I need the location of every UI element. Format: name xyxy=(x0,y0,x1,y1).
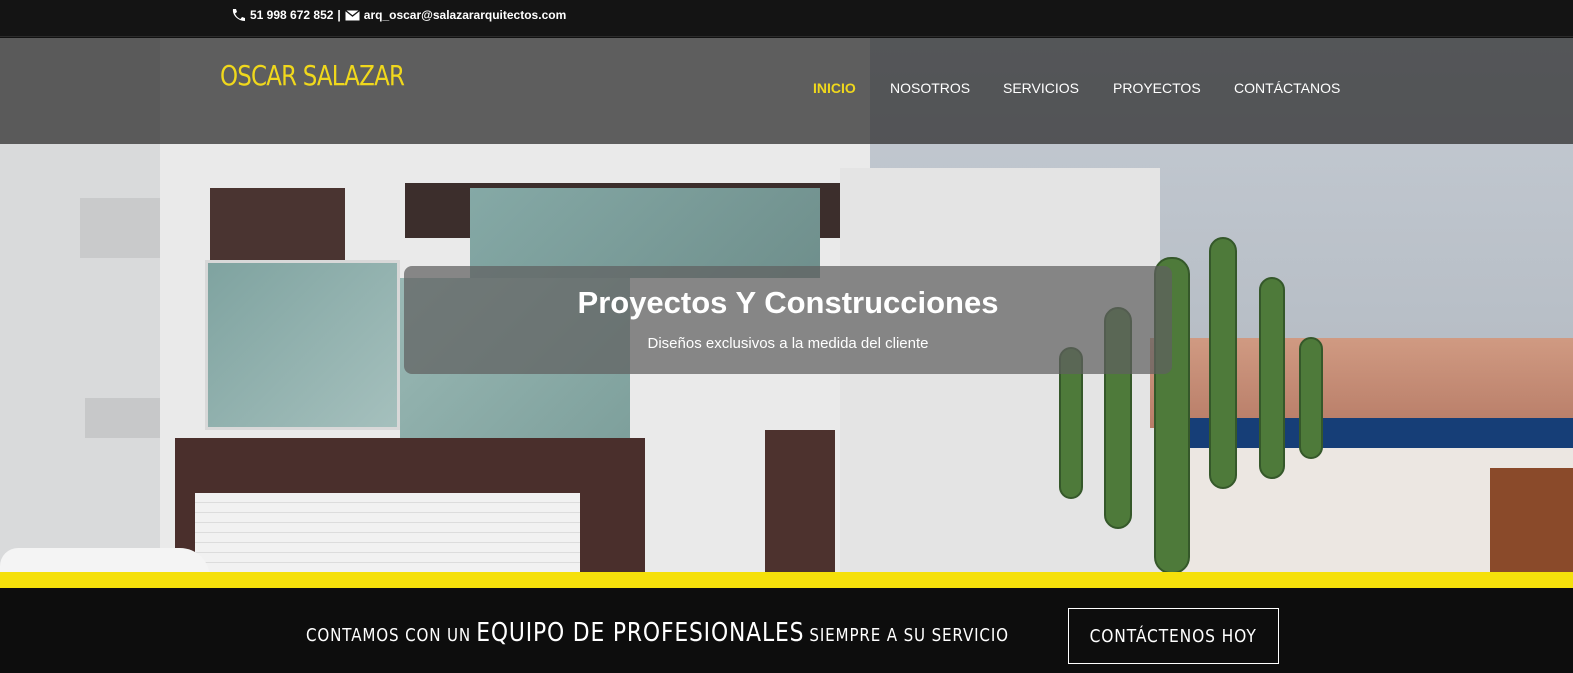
cta-message: CONTAMOS CON UN EQUIPO DE PROFESIONALES … xyxy=(306,618,1009,648)
hero-door xyxy=(1490,468,1573,573)
hero-pillar xyxy=(765,430,835,573)
nav-item-servicios[interactable]: SERVICIOS xyxy=(1003,80,1079,96)
hero-subtitle: Diseños exclusivos a la medida del clien… xyxy=(647,335,929,352)
phone-icon xyxy=(230,8,246,22)
envelope-icon xyxy=(344,9,360,21)
contact-separator: | xyxy=(337,8,341,22)
site-header: OSCAR SALAZAR INICIO NOSOTROS SERVICIOS … xyxy=(0,38,1573,144)
hero-caption: Proyectos Y Construcciones Diseños exclu… xyxy=(404,266,1172,374)
hero-window xyxy=(470,188,820,278)
cta-bar: CONTAMOS CON UN EQUIPO DE PROFESIONALES … xyxy=(0,588,1573,673)
nav-item-proyectos[interactable]: PROYECTOS xyxy=(1113,80,1201,96)
contact-us-button[interactable]: CONTÁCTENOS HOY xyxy=(1068,608,1279,664)
contact-us-button-label: CONTÁCTENOS HOY xyxy=(1089,625,1258,647)
accent-strip xyxy=(0,572,1573,588)
hero-title: Proyectos Y Construcciones xyxy=(577,285,999,320)
cta-text-part1: CONTAMOS CON UN xyxy=(306,625,472,646)
nav-item-inicio[interactable]: INICIO xyxy=(813,80,856,96)
hero-garage-door xyxy=(195,493,580,573)
hero-car xyxy=(0,548,210,573)
email-address[interactable]: arq_oscar@salazararquitectos.com xyxy=(364,8,566,22)
cta-text-highlight: EQUIPO DE PROFESIONALES xyxy=(476,618,805,648)
phone-number[interactable]: 51 998 672 852 xyxy=(250,8,333,22)
site-logo[interactable]: OSCAR SALAZAR xyxy=(220,59,405,92)
hero-window xyxy=(205,260,400,430)
nav-item-contactanos[interactable]: CONTÁCTANOS xyxy=(1234,80,1340,96)
nav-item-nosotros[interactable]: NOSOTROS xyxy=(890,80,970,96)
cta-text-part2: SIEMPRE A SU SERVICIO xyxy=(809,625,1009,646)
contact-bar: 51 998 672 852 | arq_oscar@salazararquit… xyxy=(0,0,1573,37)
hero-facade-band xyxy=(210,188,345,270)
